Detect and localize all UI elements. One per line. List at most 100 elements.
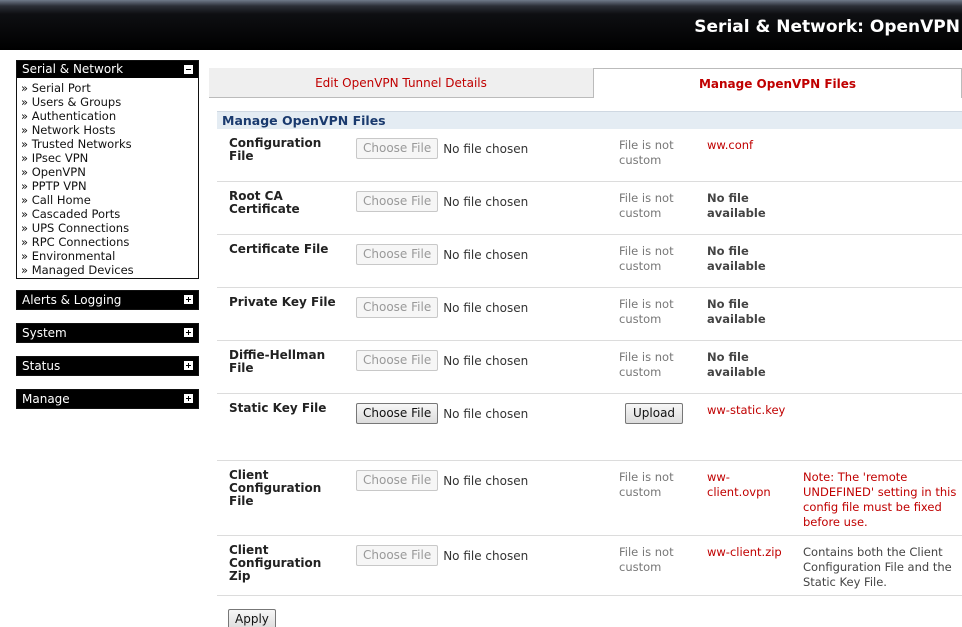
menu-header-serial-network[interactable]: Serial & Network xyxy=(17,61,198,78)
custom-status: File is not custom xyxy=(619,244,674,273)
file-label: Certificate File xyxy=(229,242,329,256)
choose-file-button[interactable]: Choose File xyxy=(356,244,439,265)
sidebar-item-call-home[interactable]: Call Home xyxy=(21,193,194,207)
tab-bar: Edit OpenVPN Tunnel Details Manage OpenV… xyxy=(209,68,962,98)
menu-title: Alerts & Logging xyxy=(22,293,122,307)
custom-status: File is not custom xyxy=(619,297,674,326)
custom-status: File is not custom xyxy=(619,545,674,574)
sidebar-item-serial-port[interactable]: Serial Port xyxy=(21,81,194,95)
file-label: Root CA Certificate xyxy=(229,189,300,216)
choose-file-button[interactable]: Choose File xyxy=(356,138,439,159)
file-row-client-configuration: Client Configuration File Choose File No… xyxy=(217,461,962,536)
choose-file-button[interactable]: Choose File xyxy=(356,470,439,491)
no-file-text: No file chosen xyxy=(443,247,529,262)
choose-file-button[interactable]: Choose File xyxy=(356,191,439,212)
file-chooser: Choose File No file chosen xyxy=(356,244,528,265)
file-link[interactable]: ww-static.key xyxy=(707,403,787,418)
file-label: Diffie-Hellman File xyxy=(229,348,326,375)
menu-title: Manage xyxy=(22,392,70,406)
file-label: Private Key File xyxy=(229,295,336,309)
custom-status: File is not custom xyxy=(619,191,674,220)
file-availability: No file available xyxy=(707,244,766,273)
no-file-text: No file chosen xyxy=(443,473,529,488)
file-link[interactable]: ww-client.ovpn xyxy=(707,470,787,500)
menu-alerts-logging: Alerts & Logging xyxy=(16,290,199,310)
file-row-root-ca: Root CA Certificate Choose File No file … xyxy=(217,182,962,235)
menu-items: Serial Port Users & Groups Authenticatio… xyxy=(17,78,198,278)
choose-file-button[interactable]: Choose File xyxy=(356,350,439,371)
file-chooser: Choose File No file chosen xyxy=(356,350,528,371)
sidebar-item-environmental[interactable]: Environmental xyxy=(21,249,194,263)
file-availability: No file available xyxy=(707,297,766,326)
menu-header-manage[interactable]: Manage xyxy=(17,390,198,408)
no-file-text: No file chosen xyxy=(443,141,529,156)
sidebar-item-trusted-networks[interactable]: Trusted Networks xyxy=(21,137,194,151)
sidebar-item-ups-connections[interactable]: UPS Connections xyxy=(21,221,194,235)
tab-manage-files[interactable]: Manage OpenVPN Files xyxy=(593,68,962,98)
sidebar-item-cascaded-ports[interactable]: Cascaded Ports xyxy=(21,207,194,221)
upload-button[interactable]: Upload xyxy=(625,403,684,424)
file-chooser: Choose File No file chosen xyxy=(356,403,528,424)
expand-icon[interactable] xyxy=(184,328,193,337)
choose-file-button[interactable]: Choose File xyxy=(356,297,439,318)
sidebar-item-rpc-connections[interactable]: RPC Connections xyxy=(21,235,194,249)
file-link[interactable]: ww.conf xyxy=(707,138,787,153)
menu-serial-network: Serial & Network Serial Port Users & Gro… xyxy=(16,60,199,279)
file-label: Client Configuration File xyxy=(229,468,322,508)
no-file-text: No file chosen xyxy=(443,300,529,315)
file-chooser: Choose File No file chosen xyxy=(356,297,528,318)
file-row-client-zip: Client Configuration Zip Choose File No … xyxy=(217,536,962,596)
file-chooser: Choose File No file chosen xyxy=(356,138,528,159)
menu-header-system[interactable]: System xyxy=(17,324,198,342)
expand-icon[interactable] xyxy=(184,295,193,304)
menu-manage: Manage xyxy=(16,389,199,409)
tab-edit-tunnel[interactable]: Edit OpenVPN Tunnel Details xyxy=(209,68,593,98)
file-row-diffie-hellman: Diffie-Hellman File Choose File No file … xyxy=(217,341,962,394)
sidebar-item-authentication[interactable]: Authentication xyxy=(21,109,194,123)
apply-button[interactable]: Apply xyxy=(228,609,276,627)
file-availability: No file available xyxy=(707,350,766,379)
page-title: Serial & Network: OpenVPN xyxy=(694,17,960,37)
menu-system: System xyxy=(16,323,199,343)
menu-header-status[interactable]: Status xyxy=(17,357,198,375)
sidebar-item-openvpn[interactable]: OpenVPN xyxy=(21,165,194,179)
sidebar-item-managed-devices[interactable]: Managed Devices xyxy=(21,263,194,277)
file-chooser: Choose File No file chosen xyxy=(356,191,528,212)
expand-icon[interactable] xyxy=(184,394,193,403)
info-note: Contains both the Client Configuration F… xyxy=(803,545,952,589)
file-chooser: Choose File No file chosen xyxy=(356,470,528,491)
file-row-configuration: Configuration File Choose File No file c… xyxy=(217,129,962,182)
no-file-text: No file chosen xyxy=(443,548,529,563)
file-label: Client Configuration Zip xyxy=(229,543,322,583)
file-link[interactable]: ww-client.zip xyxy=(707,545,787,560)
main-content: Manage OpenVPN Files Configuration File … xyxy=(217,98,962,627)
sidebar-item-network-hosts[interactable]: Network Hosts xyxy=(21,123,194,137)
file-label: Static Key File xyxy=(229,401,327,415)
custom-status: File is not custom xyxy=(619,470,674,499)
no-file-text: No file chosen xyxy=(443,406,529,421)
no-file-text: No file chosen xyxy=(443,353,529,368)
no-file-text: No file chosen xyxy=(443,194,529,209)
sidebar: Serial & Network Serial Port Users & Gro… xyxy=(16,60,199,409)
menu-status: Status xyxy=(16,356,199,376)
file-row-certificate: Certificate File Choose File No file cho… xyxy=(217,235,962,288)
custom-status: File is not custom xyxy=(619,138,674,167)
sidebar-item-pptp-vpn[interactable]: PPTP VPN xyxy=(21,179,194,193)
expand-icon[interactable] xyxy=(184,361,193,370)
choose-file-button[interactable]: Choose File xyxy=(356,545,439,566)
custom-status: File is not custom xyxy=(619,350,674,379)
menu-title: Serial & Network xyxy=(22,62,124,76)
choose-file-button[interactable]: Choose File xyxy=(356,403,439,424)
warning-note: Note: The 'remote UNDEFINED' setting in … xyxy=(803,470,957,529)
file-row-static-key: Static Key File Choose File No file chos… xyxy=(217,394,962,461)
file-row-private-key: Private Key File Choose File No file cho… xyxy=(217,288,962,341)
menu-header-alerts-logging[interactable]: Alerts & Logging xyxy=(17,291,198,309)
collapse-icon[interactable] xyxy=(184,65,193,74)
file-chooser: Choose File No file chosen xyxy=(356,545,528,566)
menu-title: Status xyxy=(22,359,61,373)
sidebar-item-ipsec-vpn[interactable]: IPsec VPN xyxy=(21,151,194,165)
menu-title: System xyxy=(22,326,67,340)
sidebar-item-users-groups[interactable]: Users & Groups xyxy=(21,95,194,109)
file-label: Configuration File xyxy=(229,136,322,163)
section-title: Manage OpenVPN Files xyxy=(217,111,962,129)
